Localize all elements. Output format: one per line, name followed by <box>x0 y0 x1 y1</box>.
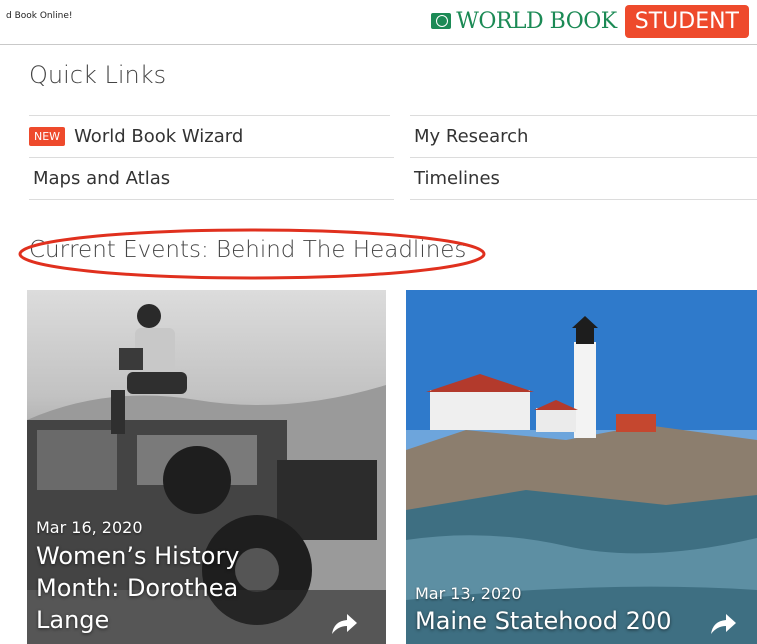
card-title: Maine Statehood 200 <box>415 607 672 635</box>
globe-book-icon <box>431 13 452 29</box>
article-card-dorothea-lange[interactable]: Mar 16, 2020 Women’s History Month: Doro… <box>27 290 386 644</box>
logo-text: WORLD BOOK <box>456 8 617 34</box>
quick-link-label: World Book Wizard <box>74 126 244 147</box>
quick-links-heading: Quick Links <box>29 61 167 89</box>
highlight-circle-annotation <box>18 228 486 280</box>
card-date: Mar 13, 2020 <box>415 584 522 603</box>
top-bar: d Book Online! WORLD BOOK STUDENT <box>0 0 757 45</box>
quick-link-label: My Research <box>414 126 529 147</box>
breadcrumb[interactable]: d Book Online! <box>6 11 72 21</box>
quick-link-maps-and-atlas[interactable]: Maps and Atlas <box>29 157 394 200</box>
quick-link-label: Maps and Atlas <box>33 168 171 189</box>
share-arrow-icon[interactable] <box>329 609 359 637</box>
logo-student-badge: STUDENT <box>624 4 749 38</box>
quick-link-timelines[interactable]: Timelines <box>410 157 757 200</box>
quick-link-world-book-wizard[interactable]: NEW World Book Wizard <box>29 115 390 157</box>
share-arrow-icon[interactable] <box>708 609 738 637</box>
card-date: Mar 16, 2020 <box>36 518 143 537</box>
new-badge: NEW <box>29 127 66 146</box>
world-book-student-logo[interactable]: WORLD BOOK STUDENT <box>431 4 749 38</box>
article-card-maine-statehood[interactable]: Mar 13, 2020 Maine Statehood 200 <box>406 290 757 644</box>
quick-link-label: Timelines <box>414 168 500 189</box>
card-title: Women’s History Month: Dorothea Lange <box>36 542 240 634</box>
quick-link-my-research[interactable]: My Research <box>410 115 757 157</box>
